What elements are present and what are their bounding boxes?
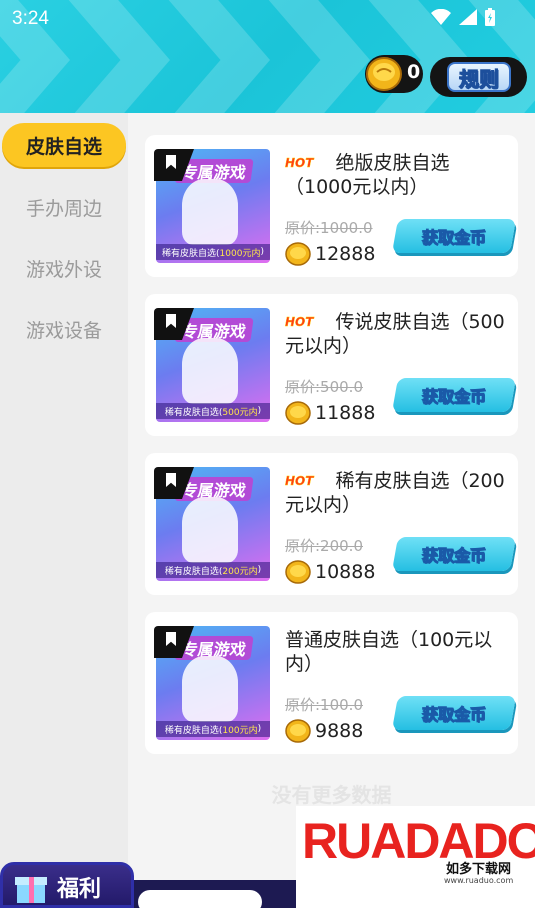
status-time: 3:24	[12, 8, 49, 29]
price-value: 10888	[315, 561, 376, 583]
product-card[interactable]: 专属游戏 稀有皮肤自选(1000元内) HOT 绝版皮肤自选（1000元以内） 原…	[145, 135, 518, 277]
product-title: HOT 稀有皮肤自选（200元以内）	[285, 470, 505, 516]
original-price: 原价:100.0	[285, 696, 363, 714]
header: 3:24 0 规则	[0, 0, 535, 113]
coin-price: 10888	[285, 560, 375, 584]
character-silhouette	[182, 179, 238, 245]
original-price: 原价:200.0	[285, 537, 363, 555]
product-list: 专属游戏 稀有皮肤自选(1000元内) HOT 绝版皮肤自选（1000元以内） 原…	[128, 113, 535, 908]
get-coins-button[interactable]: 获取金币	[392, 378, 516, 412]
hot-badge: HOT	[285, 315, 314, 329]
battery-icon	[485, 8, 495, 26]
character-silhouette	[182, 338, 238, 404]
status-bar: 3:24	[0, 0, 535, 36]
product-title: HOT 传说皮肤自选（500元以内）	[285, 311, 505, 357]
product-card[interactable]: 专属游戏 稀有皮肤自选(200元内) HOT 稀有皮肤自选（200元以内） 原价:…	[145, 453, 518, 595]
coin-price: 9888	[285, 719, 363, 743]
gold-coin-icon	[285, 560, 311, 584]
hot-badge: HOT	[285, 474, 314, 488]
sidebar-item-skins[interactable]: 皮肤自选	[2, 123, 126, 167]
gold-coin-icon	[366, 57, 402, 91]
price-value: 11888	[315, 402, 376, 424]
character-silhouette	[182, 497, 238, 563]
bottom-bar-center	[134, 880, 296, 908]
rules-button[interactable]: 规则	[430, 57, 527, 97]
gold-coin-icon	[285, 719, 311, 743]
watermark-cn: 如多下载网	[446, 862, 512, 877]
product-card[interactable]: 专属游戏 稀有皮肤自选(500元内) HOT 传说皮肤自选（500元以内） 原价:…	[145, 294, 518, 436]
price-value: 9888	[315, 720, 364, 742]
list-end-text: 没有更多数据	[271, 783, 392, 807]
welfare-tab[interactable]: 福利	[0, 862, 134, 908]
thumb-caption: 稀有皮肤自选(1000元内)	[156, 244, 270, 260]
cell-signal-icon	[459, 9, 477, 25]
original-price: 原价:500.0	[285, 378, 363, 396]
sidebar-item-devices[interactable]: 游戏设备	[0, 307, 128, 351]
product-title: HOT 绝版皮肤自选（1000元以内）	[285, 152, 450, 198]
product-title: 普通皮肤自选（100元以内）	[285, 629, 493, 675]
hot-badge: HOT	[285, 156, 314, 170]
gold-coin-icon	[285, 242, 311, 266]
welfare-label: 福利	[57, 877, 102, 902]
price-value: 12888	[315, 243, 376, 265]
status-icons	[431, 8, 495, 26]
get-coins-button[interactable]: 获取金币	[392, 537, 516, 571]
watermark-url: www.ruaduo.com	[444, 876, 514, 885]
wifi-icon	[431, 9, 451, 25]
coin-count: 0	[407, 61, 421, 83]
rules-label: 规则	[447, 62, 511, 92]
coin-price: 12888	[285, 242, 375, 266]
thumb-caption: 稀有皮肤自选(500元内)	[156, 403, 270, 419]
thumb-caption: 稀有皮肤自选(200元内)	[156, 562, 270, 578]
sidebar-item-figures[interactable]: 手办周边	[0, 185, 128, 229]
coin-balance: 0	[365, 55, 423, 93]
thumb-caption: 稀有皮肤自选(100元内)	[156, 721, 270, 737]
get-coins-button[interactable]: 获取金币	[392, 696, 516, 730]
character-silhouette	[182, 656, 238, 722]
get-coins-button[interactable]: 获取金币	[392, 219, 516, 253]
watermark-logo: RUADADO 如多下载网 www.ruaduo.com	[296, 806, 535, 908]
coin-price: 11888	[285, 401, 375, 425]
category-sidebar: 皮肤自选 手办周边 游戏外设 游戏设备	[0, 113, 128, 908]
product-card[interactable]: 专属游戏 稀有皮肤自选(100元内) 普通皮肤自选（100元以内） 原价:100…	[145, 612, 518, 754]
sidebar-item-peripherals[interactable]: 游戏外设	[0, 246, 128, 290]
gold-coin-icon	[285, 401, 311, 425]
gift-icon	[15, 877, 47, 903]
original-price: 原价:1000.0	[285, 219, 373, 237]
